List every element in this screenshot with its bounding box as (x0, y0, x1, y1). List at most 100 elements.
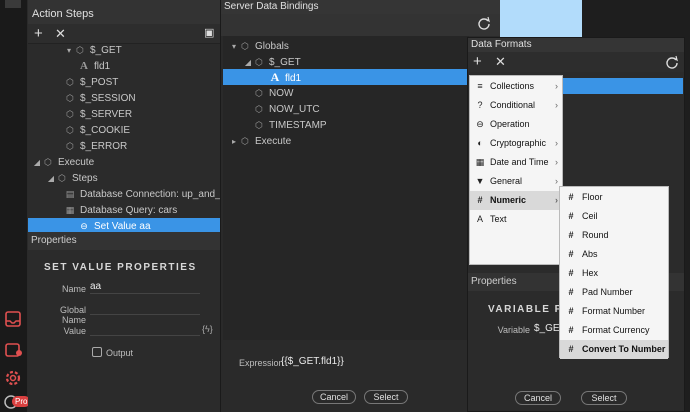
numeric-round[interactable]: # Round (560, 226, 668, 245)
delete-icon[interactable]: ✕ (55, 25, 66, 42)
action-steps-panel: Action Steps + ✕ ▣ ▾ ⬡ $_GET Afld1 ⬡ $_POST ⬡ $… (28, 0, 220, 412)
action-step-label: $_GET (90, 45, 122, 56)
numeric-format-number[interactable]: # Format Number (560, 302, 668, 321)
data-picker-icon[interactable]: {ϟ} (202, 324, 213, 334)
numeric-label: Floor (582, 192, 603, 202)
category-icon: ◐ (477, 138, 483, 148)
action-step-row[interactable]: ◢ ⬡ Execute (28, 154, 220, 170)
numeric-label: Hex (582, 268, 599, 278)
category-label: Cryptographic (490, 138, 547, 148)
action-step-row[interactable]: ▦ Database Query: cars (28, 202, 220, 218)
cube-icon: ⬡ (66, 77, 74, 87)
numeric-label: Format Currency (582, 325, 650, 335)
save-icon[interactable]: ▣ (204, 25, 214, 42)
variable-label: Variable (497, 325, 530, 335)
settings-gear-icon[interactable] (2, 367, 24, 389)
numeric-label: Abs (582, 249, 598, 259)
binding-label: NOW_UTC (269, 104, 320, 115)
text-icon: A (270, 70, 280, 84)
action-step-row[interactable]: ⬡ $_COOKIE (28, 122, 220, 138)
numeric-label: Convert To Number (582, 344, 666, 354)
category-text[interactable]: A Text (470, 210, 562, 229)
strip-top-icon[interactable] (2, 0, 24, 22)
binding-label: Globals (255, 41, 289, 52)
action-step-row[interactable]: ⬡ $_ERROR (28, 138, 220, 154)
numeric-label: Round (582, 230, 609, 240)
numeric-convert-to-number[interactable]: # Convert To Number (560, 340, 668, 359)
variable-field[interactable]: $_GET. (534, 322, 567, 336)
action-step-label: $_ERROR (80, 141, 128, 152)
category-date-and-time[interactable]: ▦ Date and Time › (470, 153, 562, 172)
binding-label: fld1 (285, 73, 302, 84)
binding-row[interactable]: ▾ ⬡ Globals (223, 38, 469, 54)
binding-row[interactable]: ◢ ⬡ $_GET (223, 54, 469, 70)
cube-icon: ⬡ (255, 57, 263, 67)
binding-row[interactable]: ⬡ TIMESTAMP (223, 117, 469, 133)
action-step-label: $_POST (80, 77, 119, 88)
binding-row[interactable]: Afld1 (223, 69, 469, 85)
expression-label: Expression (239, 358, 284, 368)
sdb-tree: ▾ ⬡ Globals ◢ ⬡ $_GET Afld1 ⬡ NOW ⬡ NOW_UTC ⬡ TIMEST… (223, 36, 469, 340)
category-conditional[interactable]: ? Conditional › (470, 96, 562, 115)
numeric-pad-number[interactable]: # Pad Number (560, 283, 668, 302)
df-cancel-button[interactable]: Cancel (515, 391, 561, 405)
category-menu: ≡ Collections ›? Conditional › ⊖ Operation ◐ Cry… (469, 75, 563, 265)
df-select-button[interactable]: Select (581, 391, 627, 405)
cube-icon: ⬡ (44, 157, 52, 167)
df-selected-row[interactable] (563, 78, 683, 94)
sdb-cancel-button[interactable]: Cancel (312, 390, 356, 404)
action-step-row[interactable]: ▾ ⬡ $_GET (28, 42, 220, 58)
binding-label: NOW (269, 88, 294, 99)
category-collections[interactable]: ≡ Collections › (470, 77, 562, 96)
add-icon[interactable]: + (34, 25, 43, 42)
output-checkbox[interactable] (92, 347, 102, 357)
value-field[interactable] (90, 322, 200, 336)
action-step-row[interactable]: ▤ Database Connection: up_and_runnir (28, 186, 220, 202)
action-step-row[interactable]: ◢ ⬡ Steps (28, 170, 220, 186)
hash-icon: # (568, 287, 574, 297)
expression-field[interactable]: {{$_GET.fld1}} (281, 356, 344, 367)
name-field[interactable]: aa (90, 280, 200, 294)
action-step-row[interactable]: Afld1 (28, 58, 220, 74)
binding-label: TIMESTAMP (269, 120, 327, 131)
sdb-select-button[interactable]: Select (364, 390, 408, 404)
category-operation[interactable]: ⊖ Operation (470, 115, 562, 134)
df-refresh-icon[interactable] (665, 55, 679, 69)
table-icon: ▦ (65, 205, 75, 215)
expand-arrow-icon[interactable]: ◢ (32, 155, 42, 170)
inbox-icon[interactable] (2, 308, 24, 330)
expand-arrow-icon[interactable]: ◢ (46, 171, 56, 186)
numeric-hex[interactable]: # Hex (560, 264, 668, 283)
expand-arrow-icon[interactable]: ▾ (64, 43, 74, 58)
expand-arrow-icon[interactable]: ◢ (243, 55, 253, 70)
action-step-row[interactable]: ⬡ $_SERVER (28, 106, 220, 122)
action-step-label: Execute (58, 157, 95, 168)
binding-row[interactable]: ⬡ NOW_UTC (223, 101, 469, 117)
binding-row[interactable]: ⬡ NOW (223, 85, 469, 101)
numeric-format-currency[interactable]: # Format Currency (560, 321, 668, 340)
df-delete-icon[interactable]: ✕ (495, 53, 506, 70)
refresh-icon[interactable] (477, 16, 491, 30)
cart-icon[interactable] (2, 339, 24, 361)
action-step-row[interactable]: ⬡ $_POST (28, 74, 220, 90)
binding-row[interactable]: ▸ ⬡ Execute (223, 133, 469, 149)
expand-arrow-icon[interactable]: ▾ (229, 39, 239, 54)
numeric-submenu: # Floor # Ceil # Round # Abs # Hex # Pad Number # For… (559, 186, 669, 359)
cube-icon: ⬡ (66, 125, 74, 135)
sdb-toolbar (221, 14, 500, 36)
df-add-icon[interactable]: + (473, 53, 482, 70)
action-step-label: Set Value aa (94, 221, 151, 232)
action-step-row[interactable]: ⬡ $_SESSION (28, 90, 220, 106)
numeric-ceil[interactable]: # Ceil (560, 207, 668, 226)
global-name-field[interactable] (90, 301, 200, 315)
cube-icon: ⬡ (76, 45, 84, 55)
expand-arrow-icon[interactable]: ▸ (229, 134, 239, 149)
category-cryptographic[interactable]: ◐ Cryptographic › (470, 134, 562, 153)
numeric-floor[interactable]: # Floor (560, 188, 668, 207)
numeric-abs[interactable]: # Abs (560, 245, 668, 264)
cube-icon: ⬡ (241, 136, 249, 146)
cube-icon: ⬡ (66, 93, 74, 103)
output-label: Output (106, 348, 134, 358)
category-general[interactable]: ▼ General › (470, 172, 562, 191)
category-numeric[interactable]: # Numeric › (470, 191, 562, 210)
